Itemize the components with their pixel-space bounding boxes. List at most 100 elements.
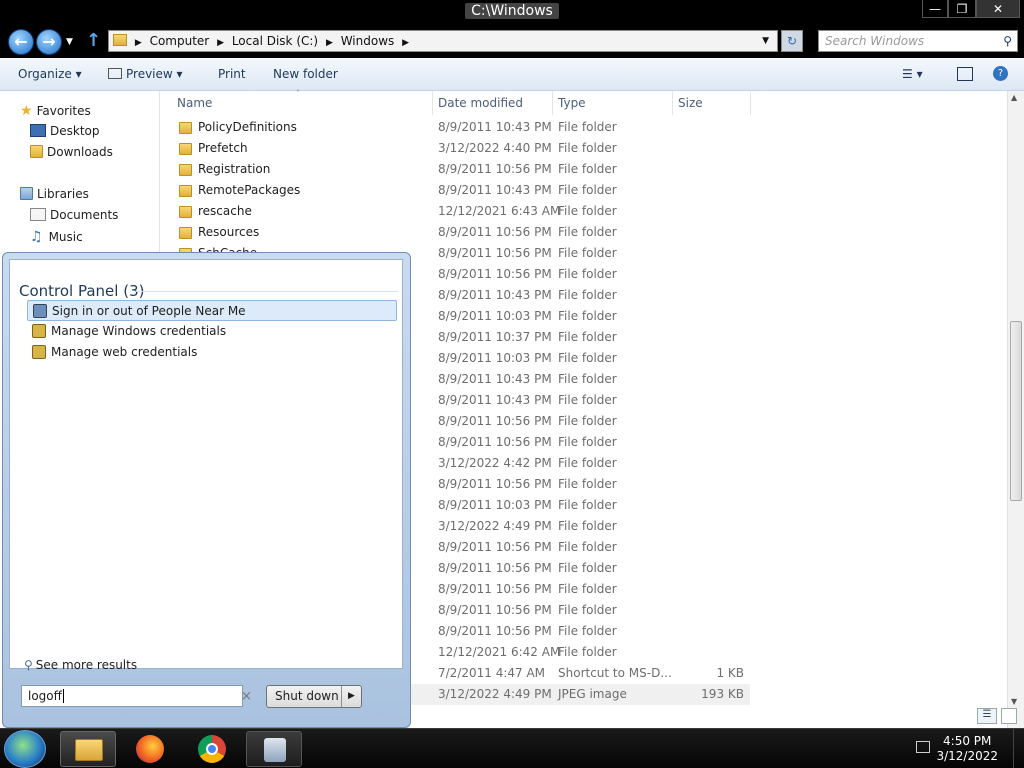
file-date: 8/9/2011 10:56 PM — [438, 435, 552, 449]
table-row[interactable]: Registration 8/9/2011 10:56 PM File folder — [170, 159, 750, 180]
file-date: 8/9/2011 10:56 PM — [438, 624, 552, 638]
file-date: 12/12/2021 6:43 AM — [438, 204, 561, 218]
nav-documents[interactable]: Documents — [30, 208, 118, 222]
file-type: File folder — [558, 561, 617, 575]
command-bar: Organize ▾ Preview ▾ Print New folder ☰ … — [0, 58, 1024, 91]
shutdown-options-arrow-icon[interactable]: ▶ — [341, 686, 361, 707]
file-date: 8/9/2011 10:56 PM — [438, 246, 552, 260]
result-web-credentials[interactable]: Manage web credentials — [27, 342, 397, 363]
file-type: File folder — [558, 141, 617, 155]
back-button[interactable]: ← — [8, 29, 34, 55]
firefox-taskbar-button[interactable] — [122, 731, 178, 767]
file-date: 8/9/2011 10:43 PM — [438, 288, 552, 302]
documents-icon — [30, 208, 46, 221]
breadcrumb-computer[interactable]: Computer — [150, 34, 210, 48]
file-date: 7/2/2011 4:47 AM — [438, 666, 546, 680]
taskbar-clock[interactable]: 4:50 PM 3/12/2022 — [936, 734, 998, 764]
help-icon[interactable]: ? — [993, 66, 1008, 81]
address-bar[interactable]: ▶ Computer ▶ Local Disk (C:) ▶ Windows ▶… — [108, 30, 778, 52]
file-date: 8/9/2011 10:37 PM — [438, 330, 552, 344]
result-windows-credentials[interactable]: Manage Windows credentials — [27, 321, 397, 342]
nav-downloads[interactable]: Downloads — [30, 145, 113, 159]
details-view-icon[interactable]: ☰ — [977, 708, 997, 724]
file-date: 8/9/2011 10:03 PM — [438, 309, 552, 323]
up-arrow-icon[interactable]: ↑ — [86, 30, 101, 51]
file-type: File folder — [558, 435, 617, 449]
clock-time: 4:50 PM — [943, 734, 992, 748]
nav-desktop[interactable]: Desktop — [30, 124, 100, 138]
file-date: 8/9/2011 10:56 PM — [438, 540, 552, 554]
print-button[interactable]: Print — [218, 67, 246, 81]
chrome-taskbar-button[interactable] — [184, 731, 240, 767]
nav-favorites[interactable]: ★ Favorites — [20, 103, 91, 119]
nav-libraries[interactable]: Libraries — [20, 187, 89, 201]
column-header-size[interactable]: Size — [678, 96, 703, 110]
see-more-results-link[interactable]: ⚲ See more results — [24, 658, 137, 672]
preview-button[interactable]: Preview ▾ — [108, 67, 183, 81]
scrollbar-thumb[interactable] — [1010, 321, 1022, 501]
breadcrumb-windows[interactable]: Windows — [341, 34, 395, 48]
address-row: ← → ▼ ↑ ▶ Computer ▶ Local Disk (C:) ▶ W… — [0, 24, 1024, 58]
large-icons-view-icon[interactable] — [1001, 708, 1017, 724]
scroll-up-icon[interactable]: ▲ — [1011, 93, 1017, 102]
file-type: JPEG image — [558, 687, 627, 701]
chevron-right-icon: ▶ — [402, 38, 410, 48]
table-row[interactable]: Prefetch 3/12/2022 4:40 PM File folder — [170, 138, 750, 159]
file-type: File folder — [558, 372, 617, 386]
file-date: 8/9/2011 10:56 PM — [438, 414, 552, 428]
table-row[interactable]: PolicyDefinitions 8/9/2011 10:43 PM File f… — [170, 117, 750, 138]
file-date: 8/9/2011 10:56 PM — [438, 477, 552, 491]
minimize-button[interactable]: — — [922, 0, 948, 18]
result-people-near-me[interactable]: Sign in or out of People Near Me — [27, 300, 397, 321]
file-type: File folder — [558, 309, 617, 323]
file-date: 8/9/2011 10:56 PM — [438, 603, 552, 617]
history-dropdown-icon[interactable]: ▼ — [66, 37, 73, 47]
start-button[interactable] — [4, 730, 46, 768]
chevron-right-icon: ▶ — [217, 38, 224, 48]
file-type: Shortcut to MS-D... — [558, 666, 672, 680]
clear-search-icon[interactable]: × — [241, 687, 252, 707]
shut-down-button[interactable]: Shut down ▶ — [266, 685, 362, 708]
folder-icon — [179, 206, 192, 218]
window-title-bar[interactable]: C:\Windows — ❐ ✕ — [0, 0, 1024, 24]
file-type: File folder — [558, 645, 617, 659]
credential-manager-icon — [32, 324, 46, 338]
file-type: File folder — [558, 393, 617, 407]
table-row[interactable]: RemotePackages 8/9/2011 10:43 PM File fold… — [170, 180, 750, 201]
start-search-input[interactable]: logoff × — [21, 685, 252, 707]
file-name: rescache — [198, 204, 252, 218]
restore-button[interactable]: ❐ — [948, 0, 976, 18]
pinned-app-taskbar-button[interactable] — [246, 731, 302, 767]
results-section-heading: Control Panel (3) — [19, 282, 145, 300]
column-header-name[interactable]: Name — [177, 96, 212, 110]
search-input[interactable]: Search Windows ⚲ — [818, 30, 1018, 52]
table-row[interactable]: Resources 8/9/2011 10:56 PM File folder — [170, 222, 750, 243]
column-header-type[interactable]: Type — [558, 96, 586, 110]
file-type: File folder — [558, 183, 617, 197]
search-icon[interactable]: ⚲ — [1003, 31, 1012, 51]
organize-button[interactable]: Organize ▾ — [18, 67, 82, 81]
vertical-scrollbar[interactable]: ▲ ▼ — [1007, 91, 1024, 728]
close-button[interactable]: ✕ — [976, 0, 1020, 18]
new-folder-button[interactable]: New folder — [273, 67, 338, 81]
credential-manager-icon — [32, 345, 46, 359]
window-title: C:\Windows — [0, 3, 1024, 19]
address-dropdown-icon[interactable]: ▼ — [762, 31, 769, 51]
breadcrumb-local-disk[interactable]: Local Disk (C:) — [232, 34, 318, 48]
file-name: Resources — [198, 225, 260, 239]
scroll-down-icon[interactable]: ▼ — [1011, 697, 1017, 706]
file-type: File folder — [558, 204, 617, 218]
nav-music[interactable]: ♫ Music — [30, 229, 83, 245]
refresh-icon[interactable]: ↻ — [781, 30, 803, 52]
show-desktop-button[interactable] — [1013, 729, 1024, 768]
column-header-date[interactable]: Date modified — [438, 96, 523, 110]
network-icon[interactable] — [916, 741, 930, 753]
explorer-taskbar-button[interactable] — [60, 731, 116, 767]
preview-icon — [108, 68, 122, 79]
table-row[interactable]: rescache 12/12/2021 6:43 AM File folder — [170, 201, 750, 222]
preview-pane-icon[interactable] — [957, 67, 973, 81]
view-options-icon[interactable]: ☰ ▾ — [902, 67, 923, 81]
app-icon — [264, 738, 286, 762]
forward-button[interactable]: → — [36, 29, 62, 55]
file-type: File folder — [558, 120, 617, 134]
